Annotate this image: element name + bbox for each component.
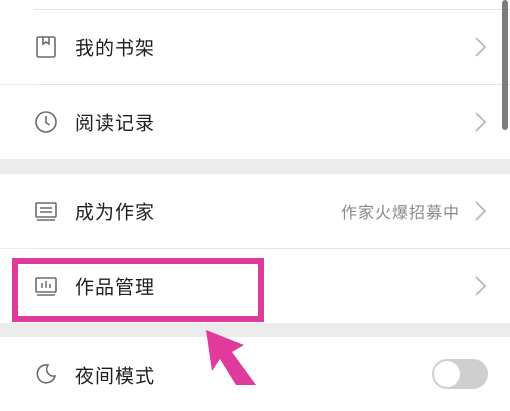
clock-icon [34, 110, 58, 134]
chevron-right-icon [474, 110, 488, 134]
highlight-box [12, 258, 264, 322]
moon-icon [34, 362, 58, 386]
toggle-knob [434, 361, 460, 387]
scrollbar[interactable] [502, 0, 508, 130]
menu-item-label: 成为作家 [75, 201, 156, 224]
menu-item-label: 我的书架 [75, 37, 156, 60]
night-mode-toggle[interactable] [432, 359, 488, 389]
menu-item-reading-history[interactable]: 阅读记录 [0, 85, 510, 159]
menu-item-label: 夜间模式 [75, 365, 156, 388]
recruiting-hint: 作家火爆招募中 [340, 203, 460, 222]
chevron-right-icon [474, 274, 488, 298]
bookmark-icon [34, 35, 58, 59]
menu-item-become-writer[interactable]: 成为作家 作家火爆招募中 [0, 174, 510, 248]
section-gap [0, 159, 510, 174]
chevron-right-icon [474, 35, 488, 59]
menu-item-bookshelf[interactable]: 我的书架 [0, 10, 510, 84]
pointer-arrow-icon [206, 330, 256, 385]
menu-item-label: 阅读记录 [75, 112, 156, 135]
document-lines-icon [34, 199, 58, 223]
chevron-right-icon [474, 199, 488, 223]
